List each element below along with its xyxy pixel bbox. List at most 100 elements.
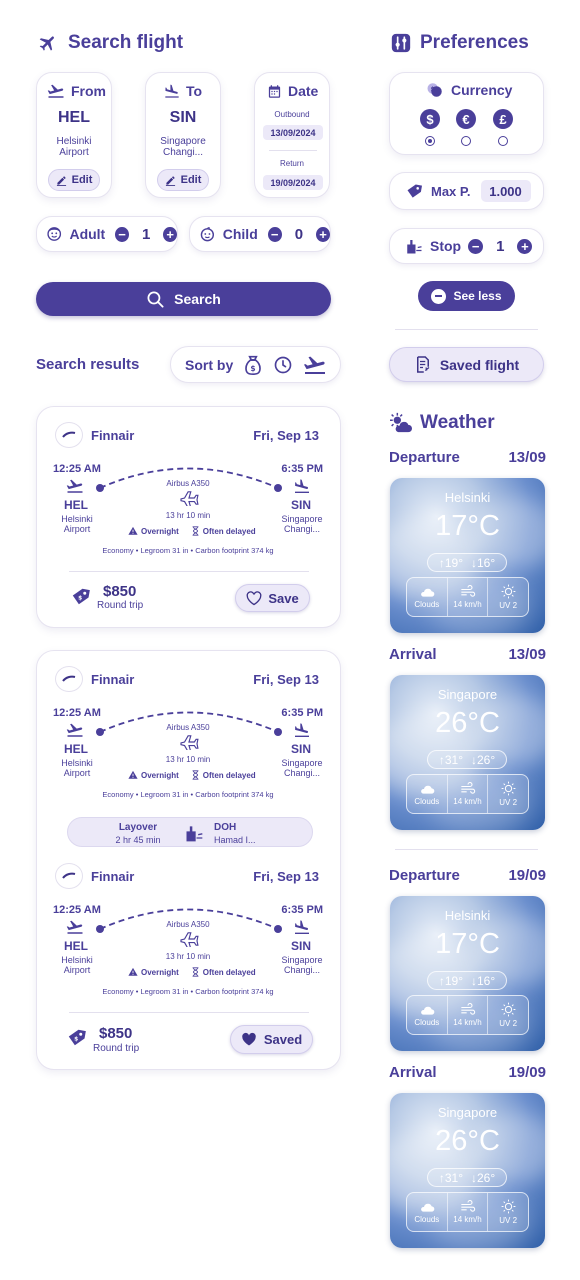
flight-segment: 12:25 AM 6:35 PM HEL SIN Helsinki Airpor… <box>53 459 323 559</box>
currency-usd[interactable]: $ <box>420 109 440 129</box>
adult-plus-button[interactable]: + <box>163 226 177 242</box>
price: $850 <box>103 583 137 600</box>
saved-flight-button[interactable]: Saved flight <box>389 347 544 382</box>
weather-stats: Clouds 14 km/h UV 2 <box>406 1192 529 1232</box>
arrival-code: SIN <box>291 742 312 756</box>
result-card-1[interactable]: Finnair Fri, Sep 13 12:25 AM 6:35 PM HEL… <box>36 406 341 628</box>
clouds-label: Clouds <box>414 796 440 806</box>
trip-type: Round trip <box>93 1043 140 1054</box>
currency-eur[interactable]: € <box>456 109 476 129</box>
temp-low: ↓26° <box>471 752 496 767</box>
search-button[interactable]: Search <box>36 282 331 316</box>
airline-logo <box>55 863 83 889</box>
weather-date: 13/09 <box>508 449 546 466</box>
departure-takeoff-icon <box>66 723 83 737</box>
adult-minus-button[interactable]: − <box>115 226 129 242</box>
max-price-input[interactable]: 1.000 <box>480 180 531 202</box>
weather-stats: Clouds 14 km/h UV 2 <box>406 995 529 1035</box>
flight-date: Fri, Sep 13 <box>253 428 319 443</box>
wind-speed: 14 km/h <box>453 1018 482 1027</box>
save-button[interactable]: Save <box>235 584 310 612</box>
stop-minus-button[interactable]: − <box>468 238 484 254</box>
to-edit-button[interactable]: Edit <box>157 169 209 191</box>
search-flight-title: Search flight <box>68 32 184 53</box>
to-edit-label: Edit <box>180 174 202 186</box>
sort-bar: Sort by $ <box>170 346 341 383</box>
from-card[interactable]: From HEL Helsinki Airport Edit <box>36 72 112 198</box>
weather-city: Singapore <box>437 1105 498 1120</box>
child-value: 0 <box>294 225 304 243</box>
child-plus-button[interactable]: + <box>316 226 330 242</box>
clock-icon[interactable] <box>273 355 293 375</box>
weather-temperature: 17°C <box>435 928 500 960</box>
preferences-divider <box>395 329 538 330</box>
saved-button[interactable]: Saved <box>230 1025 313 1054</box>
temperature-range: ↑31° ↓26° <box>427 1168 507 1187</box>
currency-label: Currency <box>451 82 513 98</box>
finnair-logo-icon <box>62 431 76 438</box>
adult-value: 1 <box>141 225 151 243</box>
currency-gbp[interactable]: £ <box>493 109 513 129</box>
takeoff-sort-icon[interactable] <box>303 355 327 375</box>
price: $850 <box>99 1025 133 1042</box>
flight-duration: 13 hr 10 min <box>165 952 211 961</box>
stop-value: 1 <box>496 237 505 255</box>
temp-high: ↑19° <box>438 973 463 988</box>
temp-high: ↑31° <box>438 1170 463 1185</box>
weather-label: Departure <box>389 449 460 466</box>
date-label: Date <box>288 83 319 99</box>
currency-usd-radio[interactable] <box>425 136 435 146</box>
to-card[interactable]: To SIN Singapore Changi... Edit <box>145 72 221 198</box>
coins-icon: $ <box>427 83 442 97</box>
aircraft-icon <box>180 932 199 947</box>
from-edit-label: Edit <box>71 174 93 186</box>
preferences-header: Preferences <box>391 32 529 54</box>
clouds-icon <box>420 588 435 597</box>
return-date[interactable]: 19/09/2024 <box>263 175 323 190</box>
sun-icon <box>501 781 516 796</box>
weather-city: Helsinki <box>444 908 491 923</box>
departure-airport: Helsinki Airport <box>61 758 93 778</box>
currency-gbp-radio[interactable] <box>498 136 508 146</box>
warning-icon <box>128 770 138 779</box>
clouds-label: Clouds <box>414 599 440 609</box>
price-tag-icon <box>407 184 423 198</box>
sort-label: Sort by <box>185 356 234 373</box>
hourglass-icon <box>192 967 199 977</box>
search-button-label: Search <box>174 291 221 307</box>
preferences-title: Preferences <box>420 32 529 53</box>
stop-label: Stop <box>430 238 462 254</box>
currency-eur-radio[interactable] <box>461 136 471 146</box>
price-sort-icon[interactable]: $ <box>243 354 263 376</box>
weather-temperature: 26°C <box>435 1125 500 1157</box>
overnight-tag: Overnight <box>141 967 179 977</box>
see-less-button[interactable]: See less <box>418 281 515 311</box>
date-divider <box>269 150 317 151</box>
warning-icon <box>128 526 138 535</box>
from-edit-button[interactable]: Edit <box>48 169 100 191</box>
stop-counter: Stop − 1 + <box>389 228 544 264</box>
child-label: Child <box>222 226 258 242</box>
child-minus-button[interactable]: − <box>267 226 282 242</box>
flight-duration: 13 hr 10 min <box>165 511 211 520</box>
saved-label: Saved <box>263 1032 303 1047</box>
weather-stats: Clouds 14 km/h UV 2 <box>406 577 529 617</box>
from-code: HEL <box>58 109 90 126</box>
outbound-date[interactable]: 13/09/2024 <box>263 125 323 140</box>
weather-divider <box>395 849 538 850</box>
arrival-airport: Singapore Changi... <box>281 758 323 778</box>
departure-code: HEL <box>64 498 88 512</box>
heart-filled-icon <box>242 1032 256 1046</box>
flight-details: Economy • Legroom 31 in • Carbon footpri… <box>102 546 274 555</box>
trip-type: Round trip <box>97 600 144 611</box>
hourglass-icon <box>192 526 199 536</box>
finnair-logo-icon <box>62 872 76 879</box>
temp-high: ↑31° <box>438 752 463 767</box>
result-card-2[interactable]: Finnair Fri, Sep 13 12:25 AM 6:35 PM HEL… <box>36 650 341 1070</box>
from-airport-name: Helsinki Airport <box>56 136 92 158</box>
date-card[interactable]: Date Outbound 13/09/2024 Return 19/09/20… <box>254 72 330 198</box>
airline-name: Finnair <box>91 428 135 443</box>
flight-date: Fri, Sep 13 <box>253 869 319 884</box>
arrival-landing-icon <box>295 723 309 737</box>
stop-plus-button[interactable]: + <box>517 238 533 254</box>
